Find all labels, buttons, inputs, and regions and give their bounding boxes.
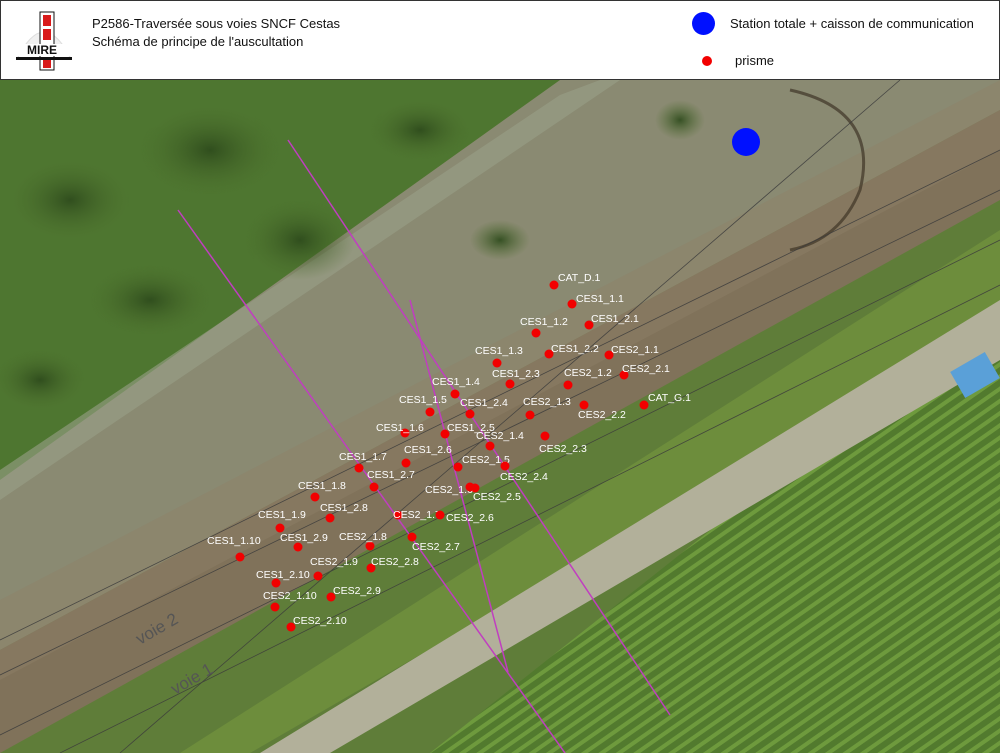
prism-label: CES1_2.1 — [591, 313, 639, 325]
prism-label: CES1_2.6 — [404, 444, 452, 456]
prism-marker — [313, 571, 323, 581]
prism-label: CES2_2.9 — [333, 585, 381, 597]
prism-label: CES1_1.3 — [475, 345, 523, 357]
prism-label: CAT_D.1 — [558, 272, 601, 284]
prism-label: CES2_2.4 — [500, 471, 548, 483]
prism-marker — [492, 358, 502, 368]
prism-label: CES2_2.10 — [293, 615, 347, 627]
prism-label: CES1_2.10 — [256, 569, 310, 581]
prism-marker — [270, 602, 280, 612]
prism-marker — [435, 510, 445, 520]
prism-label: CES1_1.7 — [339, 451, 387, 463]
aerial-map: voie 2 voie 1 CAT_D.1CES1_1.1CES1_1.2 CES… — [0, 80, 1000, 753]
prism-label: CES2_1.1 — [611, 344, 659, 356]
prism-marker — [465, 409, 475, 419]
prism-label: CES1_2.7 — [367, 469, 415, 481]
prism-marker — [505, 379, 515, 389]
prism-label: CAT_G.1 — [648, 392, 691, 404]
prism-label: CES2_2.7 — [412, 541, 460, 553]
legend-station-marker — [692, 12, 715, 35]
prism-marker — [310, 492, 320, 502]
prism-label: CES1_1.10 — [207, 535, 261, 547]
prism-label: CES2_2.3 — [539, 443, 587, 455]
legend-prism-marker — [702, 56, 712, 66]
prism-label: CES2_1.7 — [393, 509, 441, 521]
prism-label: CES2_1.9 — [310, 556, 358, 568]
prism-marker — [450, 389, 460, 399]
prism-marker — [500, 461, 510, 471]
document-title: P2586-Traversée sous voies SNCF Cestas — [92, 16, 341, 31]
prism-label: CES1_1.5 — [399, 394, 447, 406]
prism-label: CES2_2.8 — [371, 556, 419, 568]
prism-label: CES2_1.3 — [523, 396, 571, 408]
legend-prism-label: prisme — [735, 53, 775, 68]
prism-label: CES2_1.4 — [476, 430, 524, 442]
prism-label: CES1_2.8 — [320, 502, 368, 514]
header-panel: MIRE P2586-Traversée sous voies SNCF Ces… — [0, 0, 1000, 80]
document-subtitle: Schéma de principe de l'auscultation — [92, 34, 304, 49]
prism-label: CES2_2.2 — [578, 409, 626, 421]
schematic-frame: MIRE P2586-Traversée sous voies SNCF Ces… — [0, 0, 1000, 753]
prism-marker — [325, 513, 335, 523]
prism-marker — [531, 328, 541, 338]
prism-marker — [235, 552, 245, 562]
total-station-marker — [732, 128, 760, 156]
prism-marker — [540, 431, 550, 441]
prism-label: CES1_2.2 — [551, 343, 599, 355]
prism-marker — [525, 410, 535, 420]
prism-marker — [563, 380, 573, 390]
mire-logo: MIRE — [10, 9, 78, 75]
prism-label: CES2_2.6 — [446, 512, 494, 524]
prism-label: CES1_2.3 — [492, 368, 540, 380]
prism-marker — [369, 482, 379, 492]
prism-marker — [401, 458, 411, 468]
prism-label: CES2_1.10 — [263, 590, 317, 602]
prism-label: CES1_2.4 — [460, 397, 508, 409]
prism-marker — [425, 407, 435, 417]
prism-label: CES1_2.9 — [280, 532, 328, 544]
prism-label: CES2_2.5 — [473, 491, 521, 503]
prism-label: CES2_1.2 — [564, 367, 612, 379]
prism-label: CES1_1.2 — [520, 316, 568, 328]
prism-label: CES2_2.1 — [622, 363, 670, 375]
prism-label: CES1_1.9 — [258, 509, 306, 521]
prism-label: CES1_1.8 — [298, 480, 346, 492]
logo-text: MIRE — [27, 43, 57, 57]
prism-label: CES1_1.1 — [576, 293, 624, 305]
prism-label: CES1_1.6 — [376, 422, 424, 434]
prism-label: CES2_1.8 — [339, 531, 387, 543]
prism-marker — [354, 463, 364, 473]
prism-marker — [485, 441, 495, 451]
legend-station-label: Station totale + caisson de communicatio… — [730, 16, 974, 31]
prism-label: CES1_1.4 — [432, 376, 480, 388]
